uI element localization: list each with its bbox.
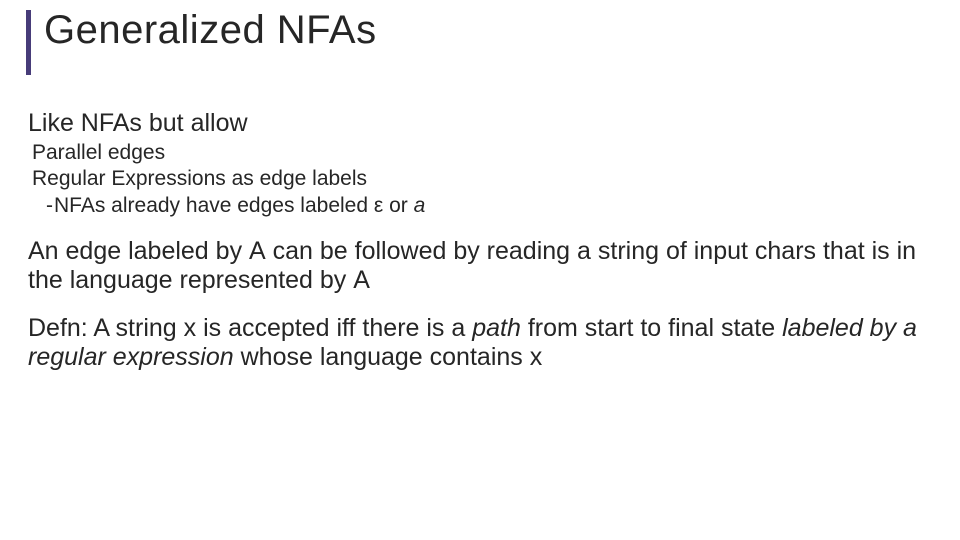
edge-A1: A bbox=[249, 237, 266, 265]
defn-d2: from start to final state bbox=[521, 314, 782, 342]
edge-p1: An edge labeled by bbox=[28, 237, 249, 265]
bullet-regex-labels: Regular Expressions as edge labels bbox=[32, 166, 940, 192]
epsilon-symbol: ε bbox=[374, 194, 383, 217]
defn-path: path bbox=[472, 314, 521, 342]
b3-or: or bbox=[383, 194, 413, 217]
dash-icon: - bbox=[46, 193, 54, 219]
defn-paragraph: Defn: A string x is accepted iff there i… bbox=[28, 314, 940, 373]
bullet-nfa-edges: -NFAs already have edges labeled ε or a bbox=[46, 193, 940, 219]
intro-line: Like NFAs but allow bbox=[28, 108, 940, 138]
b3-prefix: NFAs already have edges labeled bbox=[54, 194, 374, 217]
bullet-parallel-edges: Parallel edges bbox=[32, 140, 940, 166]
b3-a: a bbox=[414, 194, 426, 217]
accent-bar bbox=[26, 10, 31, 75]
slide-title: Generalized NFAs bbox=[44, 8, 377, 53]
edge-paragraph: An edge labeled by A can be followed by … bbox=[28, 237, 940, 296]
defn-d1: Defn: A string x is accepted iff there i… bbox=[28, 314, 472, 342]
edge-A2: A bbox=[353, 266, 370, 294]
slide-body: Like NFAs but allow Parallel edges Regul… bbox=[28, 108, 940, 373]
defn-d3: whose language contains x bbox=[234, 343, 543, 371]
slide: Generalized NFAs Like NFAs but allow Par… bbox=[0, 0, 960, 540]
